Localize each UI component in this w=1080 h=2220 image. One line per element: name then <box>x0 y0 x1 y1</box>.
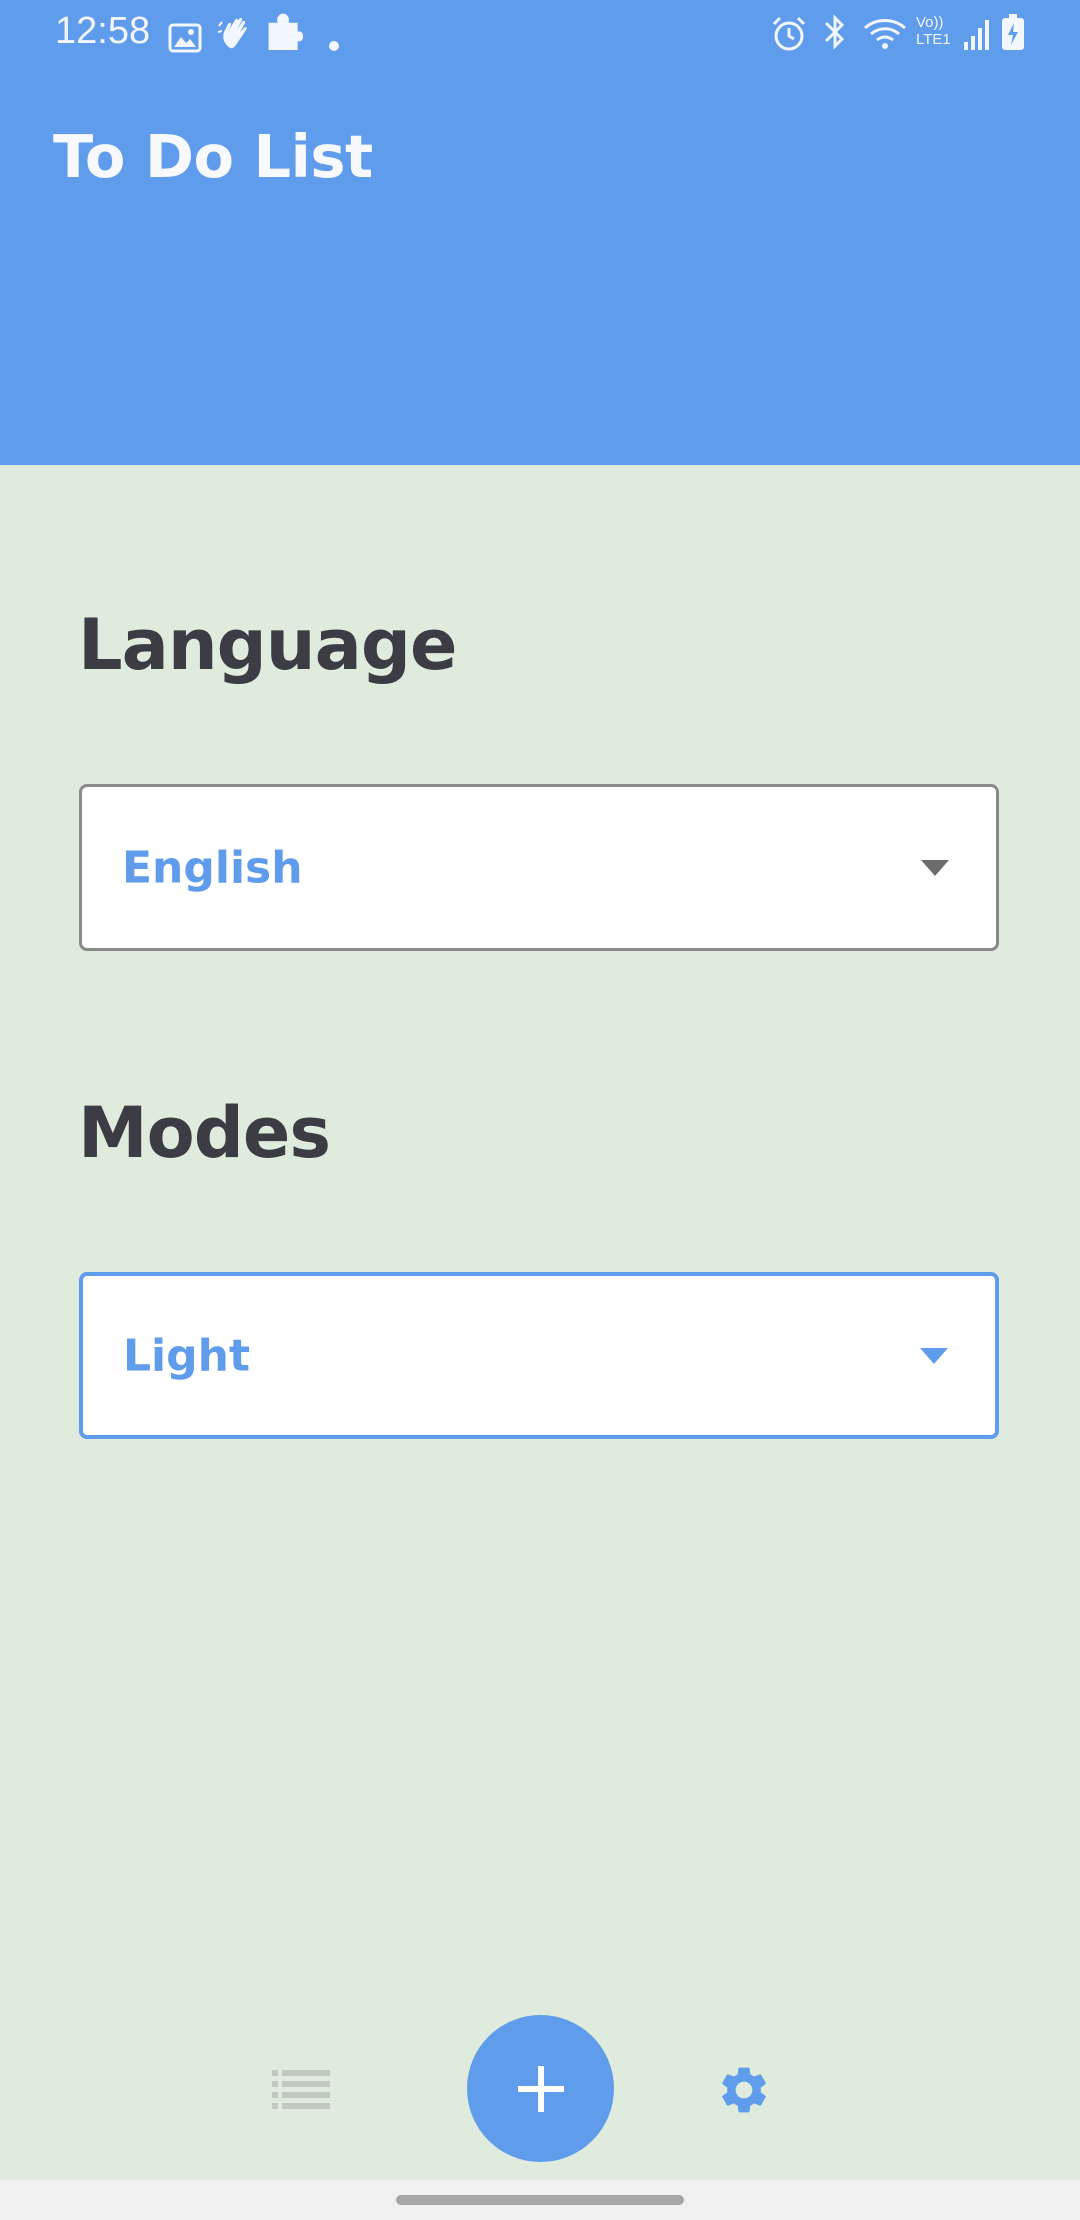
image-icon <box>168 23 202 53</box>
status-time: 12:58 <box>55 10 151 52</box>
puzzle-icon <box>268 13 304 50</box>
language-dropdown[interactable]: English <box>79 784 999 951</box>
list-icon[interactable] <box>272 2068 330 2110</box>
settings-gear-icon[interactable] <box>716 2062 772 2118</box>
status-bar: 12:58 Vo)) LTE1 <box>0 0 1080 66</box>
wifi-icon <box>863 19 907 49</box>
alarm-icon <box>772 16 806 51</box>
volte-icon: Vo)) LTE1 <box>916 14 951 48</box>
gesture-handle[interactable] <box>396 2195 684 2205</box>
language-selected-value: English <box>122 842 303 893</box>
dot-icon <box>329 41 339 51</box>
chevron-down-icon <box>920 1347 948 1364</box>
modes-heading: Modes <box>78 1092 331 1174</box>
hand-wave-icon <box>217 17 247 49</box>
language-heading: Language <box>78 604 457 686</box>
add-icon <box>517 2065 564 2112</box>
mode-selected-value: Light <box>123 1330 250 1381</box>
add-task-button[interactable] <box>467 2015 614 2162</box>
app-title: To Do List <box>53 122 373 191</box>
mode-dropdown[interactable]: Light <box>79 1272 999 1439</box>
bluetooth-icon <box>824 14 845 50</box>
app-header: 12:58 Vo)) LTE1 To Do List <box>0 0 1080 465</box>
signal-icon <box>964 20 989 50</box>
chevron-down-icon <box>921 859 949 876</box>
battery-charging-icon <box>1002 14 1024 50</box>
